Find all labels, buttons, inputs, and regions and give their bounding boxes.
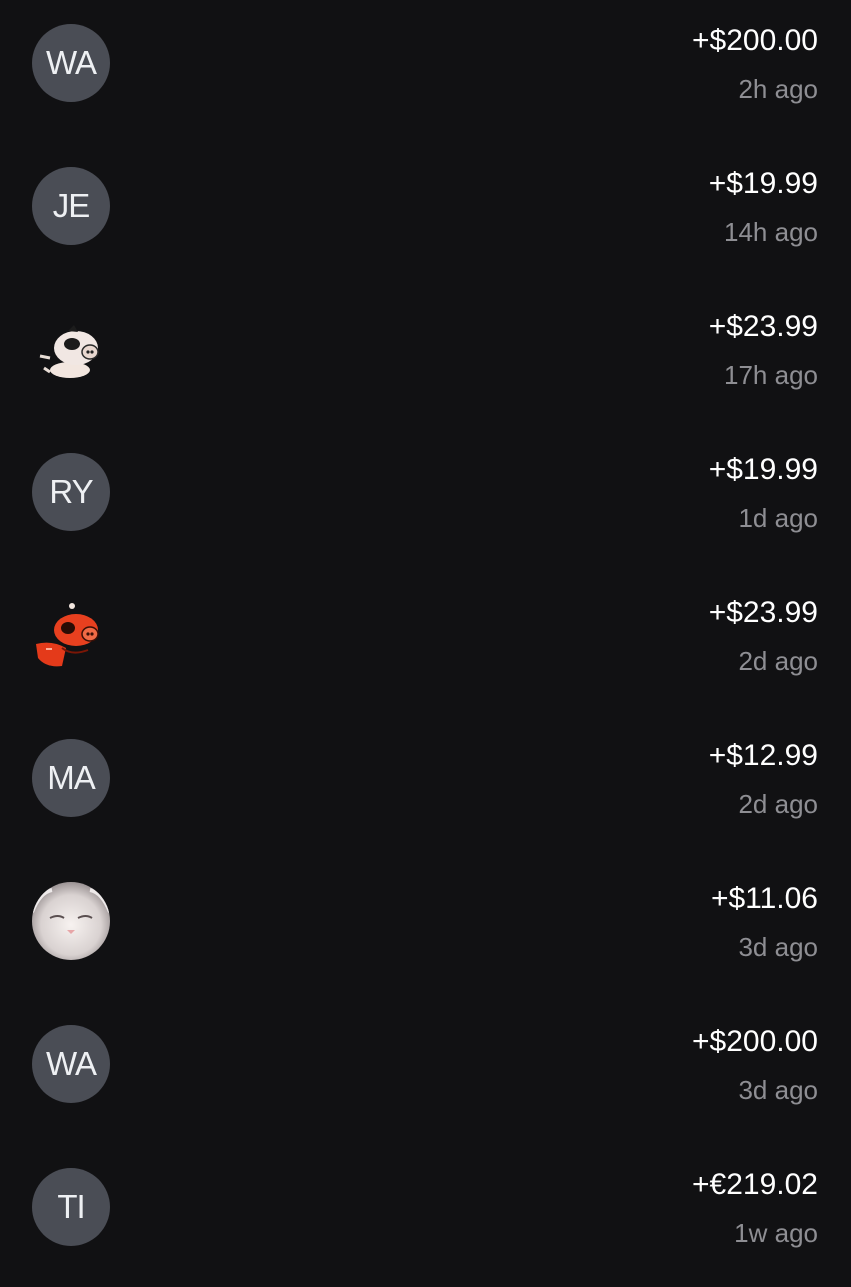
transaction-row[interactable]: WA +$200.00 2h ago [0, 0, 851, 143]
transaction-row[interactable]: +$23.99 2d ago [0, 572, 851, 715]
transaction-row[interactable]: JE +$19.99 14h ago [0, 143, 851, 286]
transaction-amount: +$23.99 [708, 310, 818, 343]
white-cat-photo-avatar-icon [32, 882, 110, 960]
transaction-amount: +$11.06 [710, 882, 818, 915]
avatar: WA [32, 24, 110, 102]
transaction-row[interactable]: +$23.99 17h ago [0, 286, 851, 429]
transaction-row[interactable]: MA +$12.99 2d ago [0, 715, 851, 858]
avatar: TI [32, 1168, 110, 1246]
avatar: JE [32, 167, 110, 245]
transaction-amount: +$200.00 [692, 24, 818, 57]
avatar: WA [32, 1025, 110, 1103]
transaction-amount: +$19.99 [708, 453, 818, 486]
avatar: RY [32, 453, 110, 531]
transaction-row[interactable]: TI +€219.02 1w ago [0, 1144, 851, 1287]
transaction-time: 1w ago [734, 1218, 818, 1248]
transaction-time: 2d ago [738, 789, 818, 819]
transaction-amount: +$200.00 [692, 1025, 818, 1058]
transaction-row[interactable]: RY +$19.99 1d ago [0, 429, 851, 572]
transaction-time: 3d ago [738, 1075, 818, 1105]
transaction-time: 2h ago [738, 74, 818, 104]
transaction-time: 14h ago [724, 217, 818, 247]
transaction-amount: +$23.99 [708, 596, 818, 629]
transaction-amount: +$19.99 [708, 167, 818, 200]
transaction-row[interactable]: WA +$200.00 3d ago [0, 1001, 851, 1144]
avatar: MA [32, 739, 110, 817]
transaction-time: 17h ago [724, 360, 818, 390]
transaction-time: 1d ago [738, 503, 818, 533]
cartoon-pig-avatar-icon [32, 310, 110, 388]
transaction-row[interactable]: +$11.06 3d ago [0, 858, 851, 1001]
transaction-amount: +$12.99 [708, 739, 818, 772]
transaction-time: 3d ago [738, 932, 818, 962]
transaction-list: WA +$200.00 2h ago JE +$19.99 14h ago +$… [0, 0, 851, 1280]
transaction-time: 2d ago [738, 646, 818, 676]
transaction-amount: +€219.02 [692, 1168, 818, 1201]
cartoon-pig-avatar-icon [32, 596, 110, 674]
